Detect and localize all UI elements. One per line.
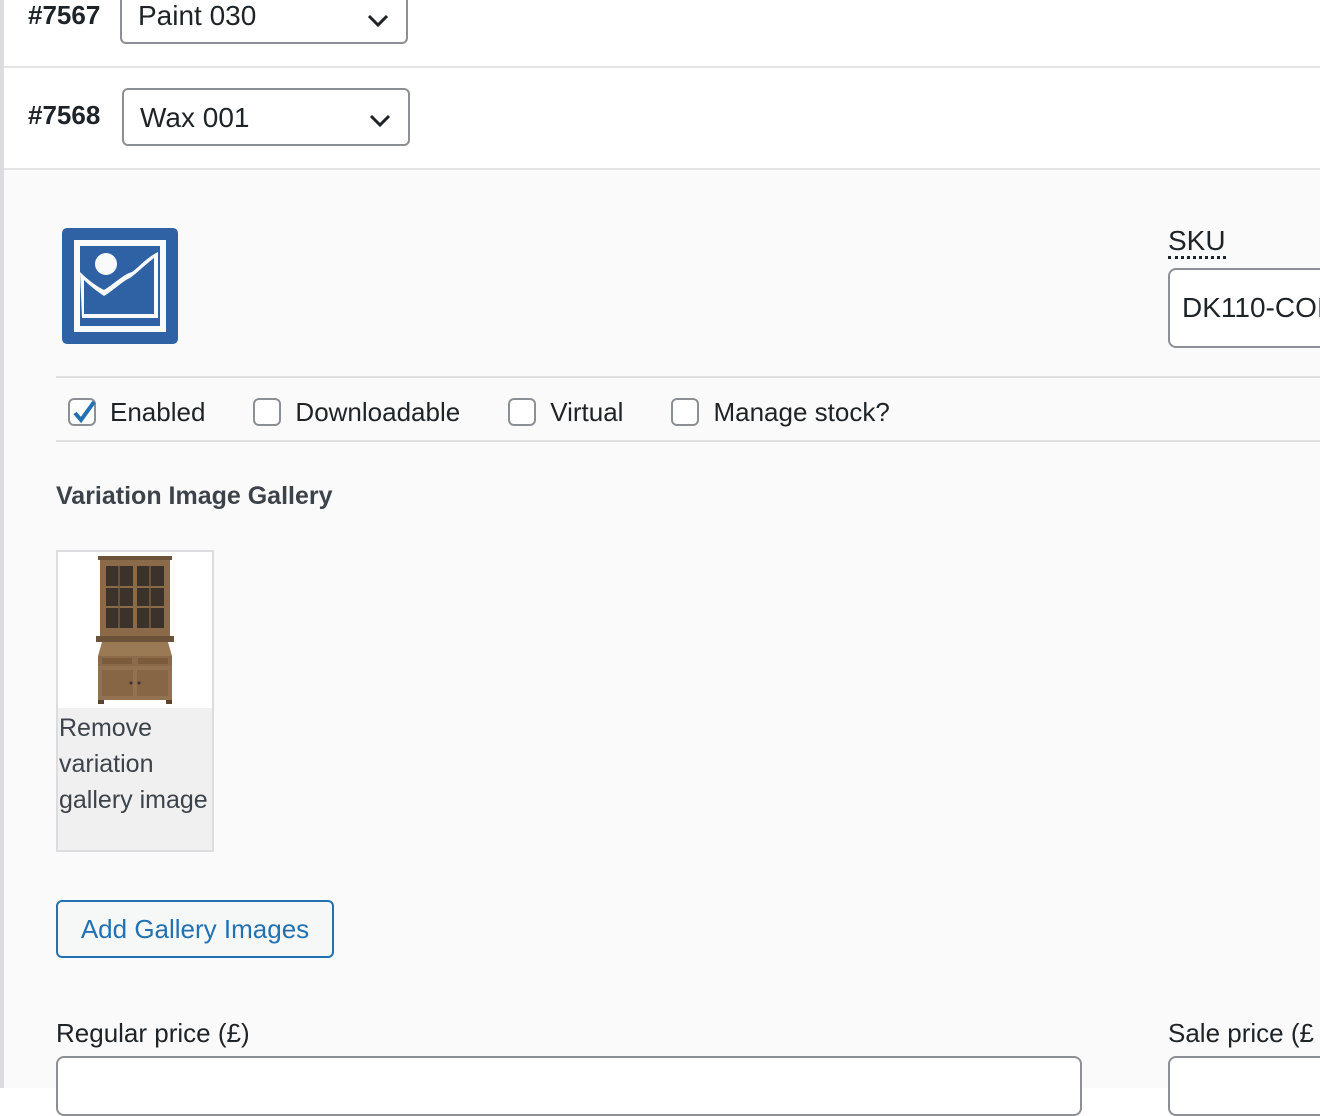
attribute-select[interactable]: Wax 001 xyxy=(122,88,410,146)
variation-image-placeholder-icon[interactable] xyxy=(62,228,178,344)
divider xyxy=(56,376,1320,378)
variation-id: #7567 xyxy=(28,0,101,30)
attribute-select[interactable]: Paint 030 xyxy=(120,0,408,44)
add-gallery-images-button[interactable]: Add Gallery Images xyxy=(56,900,334,958)
manage-stock-option[interactable]: Manage stock? xyxy=(671,396,890,428)
chevron-down-icon xyxy=(367,14,389,28)
sale-price-label: Sale price (£ xyxy=(1168,1018,1314,1048)
virtual-option[interactable]: Virtual xyxy=(508,397,623,428)
enabled-option[interactable]: Enabled xyxy=(68,397,205,428)
regular-price-label: Regular price (£) xyxy=(56,1018,250,1048)
variation-id: #7568 xyxy=(28,100,101,130)
enabled-label: Enabled xyxy=(110,396,206,427)
remove-gallery-image-link[interactable]: Remove variation gallery image xyxy=(58,710,209,818)
sku-label: SKU xyxy=(1168,226,1226,259)
checkmark-icon xyxy=(73,400,96,424)
divider xyxy=(56,440,1320,442)
regular-price-input[interactable] xyxy=(56,1056,1082,1116)
enabled-checkbox[interactable] xyxy=(68,398,96,426)
sku-input[interactable]: DK110-COI xyxy=(1168,268,1320,348)
manage-stock-label: Manage stock? xyxy=(713,396,890,427)
attribute-select-value: Paint 030 xyxy=(138,0,257,31)
variation-row[interactable]: #7567 Paint 030 xyxy=(4,0,1320,68)
downloadable-option[interactable]: Downloadable xyxy=(253,397,460,428)
chevron-down-icon xyxy=(369,114,391,128)
attribute-select-value: Wax 001 xyxy=(140,102,250,133)
variation-options: Enabled Downloadable Virtual Manage stoc… xyxy=(68,392,938,432)
downloadable-checkbox[interactable] xyxy=(253,398,282,426)
cabinet-thumbnail-image xyxy=(58,552,212,708)
variation-row[interactable]: #7568 Wax 001 xyxy=(4,68,1320,170)
gallery-title: Variation Image Gallery xyxy=(56,482,333,510)
manage-stock-checkbox[interactable] xyxy=(671,398,700,426)
sale-price-input[interactable] xyxy=(1168,1056,1320,1116)
virtual-label: Virtual xyxy=(550,396,624,427)
variation-details-panel: SKU DK110-COI Enabled Downloadable Virtu… xyxy=(4,170,1320,1116)
virtual-checkbox[interactable] xyxy=(508,398,537,426)
gallery-image-card: Remove variation gallery image xyxy=(56,550,214,852)
downloadable-label: Downloadable xyxy=(295,396,461,427)
